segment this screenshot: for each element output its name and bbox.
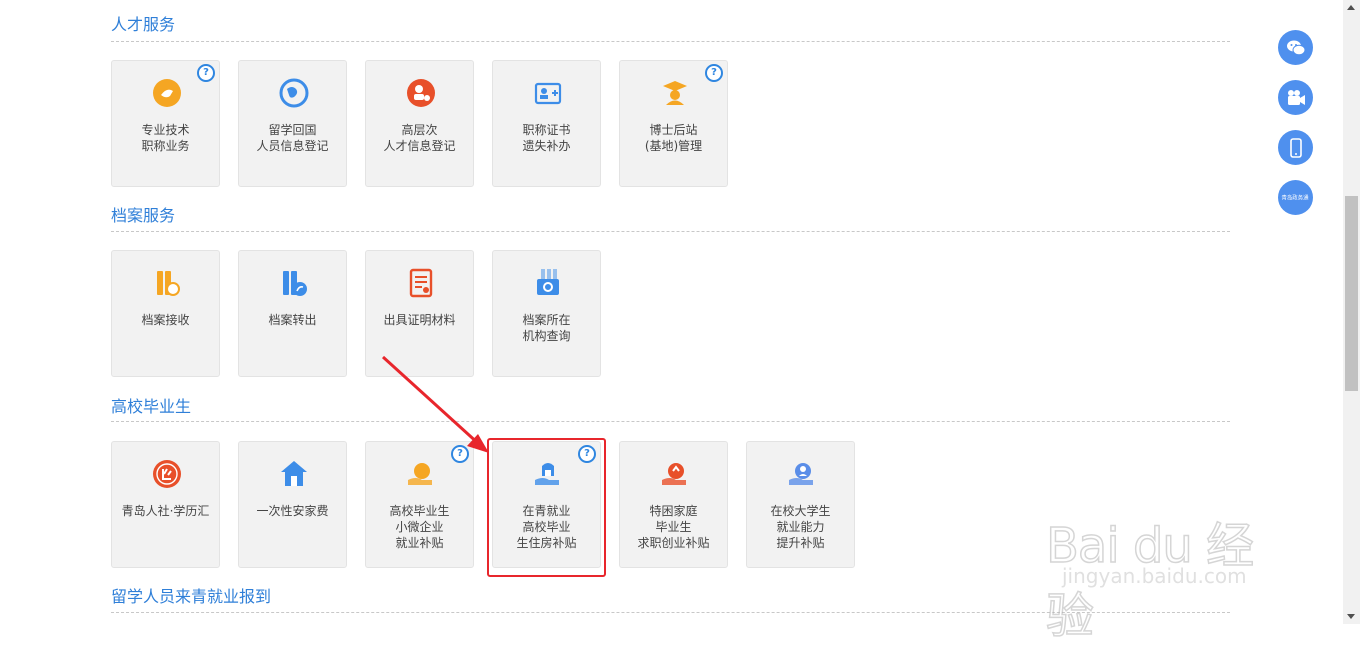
video-button[interactable] (1278, 80, 1313, 115)
wechat-button[interactable] (1278, 30, 1313, 65)
video-icon (1287, 89, 1305, 105)
scrollbar[interactable] (1343, 0, 1360, 624)
qingdao-app-button[interactable]: 青岛政务通 (1278, 180, 1313, 215)
scroll-down-arrow-icon[interactable] (1347, 614, 1355, 619)
mobile-icon (1289, 137, 1302, 158)
scroll-thumb[interactable] (1345, 196, 1358, 391)
qingdao-app-icon: 青岛政务通 (1281, 195, 1309, 202)
annotation-arrow (381, 355, 489, 453)
mobile-button[interactable] (1278, 130, 1313, 165)
scroll-up-arrow-icon[interactable] (1347, 5, 1355, 10)
wechat-icon (1286, 40, 1305, 55)
